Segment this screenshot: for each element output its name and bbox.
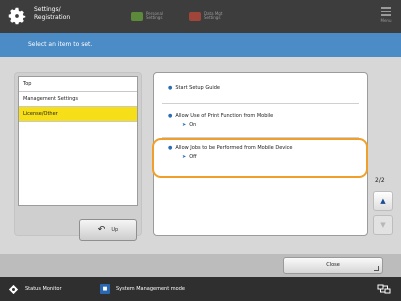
title-line2: Registration [34,14,71,21]
header-bar: Settings/ Registration Personal Settings… [0,0,401,33]
scroll-up-button[interactable]: ▲ [373,191,393,211]
status-bar: Status Monitor ■ System Management mode [0,277,401,301]
up-triangle-icon: ▲ [380,197,386,205]
data-mgt-settings-button[interactable]: Data Mgt Settings [189,8,228,24]
bullet-icon: ● [168,85,173,91]
page-title: Settings/ Registration [34,6,70,22]
setting-label: Allow Jobs to be Performed from Mobile D… [175,145,293,151]
divider [162,137,359,138]
tree-item-top[interactable]: Top [19,77,137,92]
data-icon [189,11,201,21]
scroll-down-button[interactable]: ▼ [373,215,393,235]
status-monitor-icon [8,284,19,294]
status-monitor-label: Status Monitor [25,286,62,292]
corner-mark-icon [374,266,379,271]
status-monitor-button[interactable]: Status Monitor [8,282,62,296]
navigation-panel: Top Management Settings License/Other ↶ … [14,72,142,241]
menu-button[interactable]: Menu [377,5,395,27]
setting-item-jobs-from-mobile[interactable]: ● Allow Jobs to be Performed from Mobile … [168,145,292,160]
main-area: Top Management Settings License/Other ↶ … [0,57,401,254]
page-indicator: 2/2 [375,177,385,184]
close-button[interactable]: Close [283,257,383,274]
network-icon[interactable] [377,282,391,296]
setting-value: Off [189,154,197,160]
settings-gear-icon[interactable] [6,5,28,27]
setting-value: On [189,122,197,128]
close-button-label: Close [326,262,340,268]
menu-icon [377,7,395,16]
setting-item-print-from-mobile[interactable]: ● Allow Use of Print Function from Mobile… [168,113,273,128]
tree-item-license-other[interactable]: License/Other [19,107,137,122]
menu-label: Menu [380,17,392,23]
setting-label: Allow Use of Print Function from Mobile [175,113,274,119]
data-mgt-settings-label: Data Mgt Settings [204,11,223,20]
divider [162,103,359,104]
tree-item-management-settings[interactable]: Management Settings [19,92,137,107]
value-arrow-icon: ➤ [182,154,187,160]
settings-tree: Top Management Settings License/Other [18,76,138,206]
action-bar: Close [0,254,401,277]
title-line1: Settings/ [34,6,61,13]
settings-list: ● Start Setup Guide ● Allow Use of Print F… [153,72,368,236]
personal-settings-label: Personal Settings [146,11,164,20]
down-triangle-icon: ▼ [380,221,386,229]
bullet-icon: ● [168,113,173,119]
setting-label: Start Setup Guide [175,85,221,91]
instruction-text: Select an item to set. [0,33,401,57]
up-button[interactable]: ↶ Up [79,219,137,241]
person-icon [131,11,143,21]
system-management-icon: ■ [100,284,110,294]
system-management-label: System Management mode [116,286,185,292]
up-button-label: Up [111,227,119,233]
personal-settings-button[interactable]: Personal Settings [131,8,168,24]
bullet-icon: ● [168,145,173,151]
setting-item-start-setup-guide[interactable]: ● Start Setup Guide [168,85,220,91]
up-arrow-icon: ↶ [97,224,106,235]
system-management-indicator: ■ System Management mode [100,282,185,296]
value-arrow-icon: ➤ [182,122,187,128]
